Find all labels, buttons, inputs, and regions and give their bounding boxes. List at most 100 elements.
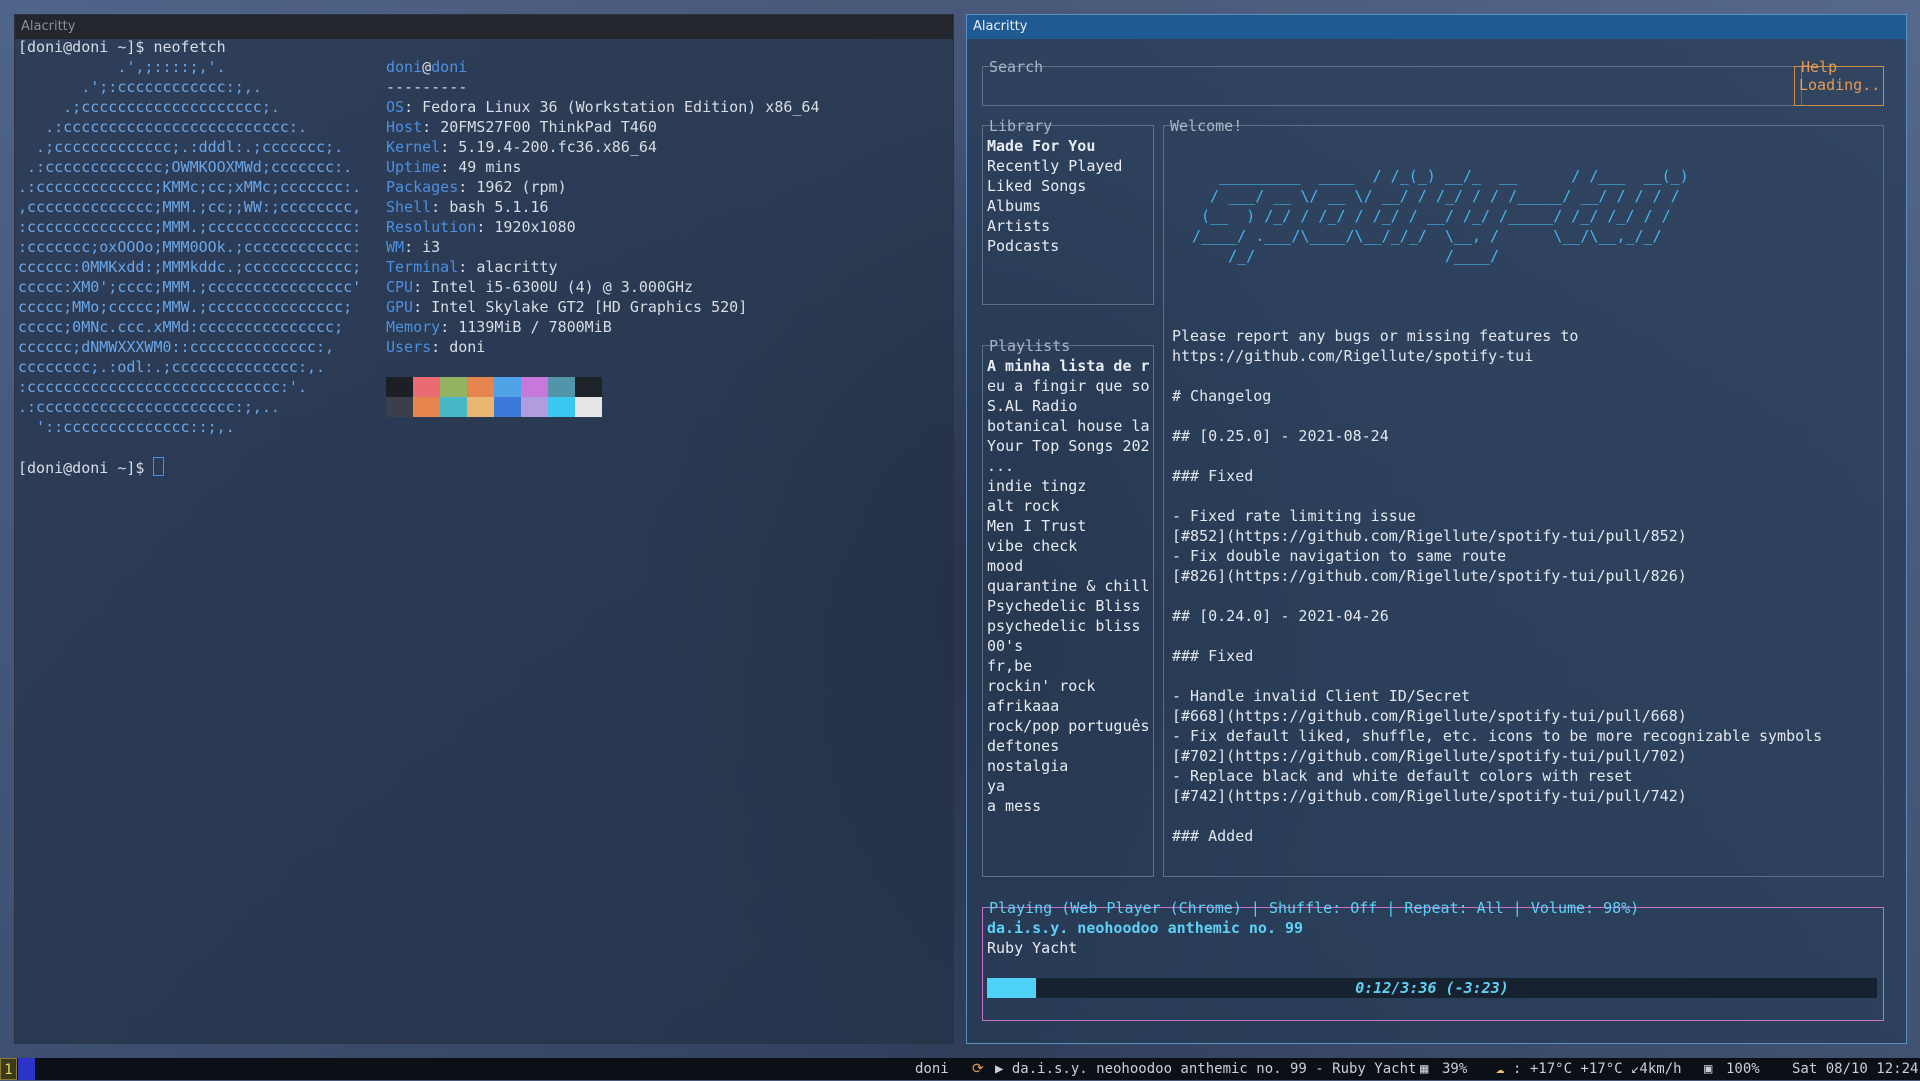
library-item[interactable]: Albums xyxy=(987,196,1041,216)
ascii-line: :ccccccc;oxOOOo;MMM0OOk.;cccccccccccc: xyxy=(18,238,362,256)
terminal-window-neofetch[interactable]: Alacritty [doni@doni ~]$ neofetch .',;::… xyxy=(14,14,954,1044)
playlist-item[interactable]: 00's xyxy=(987,636,1023,656)
playlist-item[interactable]: fr,be xyxy=(987,656,1032,676)
status-media[interactable]: ▶ da.i.s.y. neohoodoo anthemic no. 99 - … xyxy=(995,1058,1416,1080)
info-row: Kernel: 5.19.4-200.fc36.x86_64 xyxy=(386,138,657,156)
playlist-item[interactable]: botanical house la xyxy=(987,416,1150,436)
ascii-line: cccccccc;.:odl:.;cccccccccccccc:,. xyxy=(18,358,326,376)
info-key: Kernel xyxy=(386,138,441,156)
workspace-button[interactable]: 1 xyxy=(0,1058,17,1080)
playlist-item[interactable]: alt rock xyxy=(987,496,1059,516)
changelog-line: https://github.com/Rigellute/spotify-tui xyxy=(1172,347,1534,365)
help-box[interactable]: Help Loading.. xyxy=(1794,58,1884,106)
info-value: alacritty xyxy=(476,258,558,276)
media-icon: ⟳ xyxy=(972,1061,984,1077)
playlist-item[interactable]: ya xyxy=(987,776,1005,796)
info-row: GPU: Intel Skylake GT2 [HD Graphics 520] xyxy=(386,298,748,316)
playlist-item[interactable]: Psychedelic Bliss xyxy=(987,596,1141,616)
color-swatch xyxy=(494,377,521,397)
library-item[interactable]: Artists xyxy=(987,216,1050,236)
color-swatch xyxy=(548,397,575,417)
info-key: Host xyxy=(386,118,423,136)
info-value: 49 mins xyxy=(458,158,522,176)
playlist-item[interactable]: Your Top Songs 202 xyxy=(987,436,1150,456)
playlist-item[interactable]: eu a fingir que so xyxy=(987,376,1150,396)
changelog-text: Please report any bugs or missing featur… xyxy=(1172,326,1822,846)
terminal-window-spotify-tui[interactable]: Alacritty Search Help Loading.. Library … xyxy=(966,14,1907,1044)
info-key: CPU xyxy=(386,278,414,296)
status-brightness: 100% xyxy=(1726,1061,1760,1077)
playlist-item[interactable]: a mess xyxy=(987,796,1041,816)
info-key: WM xyxy=(386,238,405,256)
library-item[interactable]: Podcasts xyxy=(987,236,1059,256)
info-key: OS xyxy=(386,98,405,116)
welcome-panel: Welcome! _________ ____ / /_(_) __/_ __ … xyxy=(1163,117,1884,877)
info-key: Packages xyxy=(386,178,459,196)
ascii-line: ,cccccccccccccc;MMM.;cc;;WW:;cccccccc, xyxy=(18,198,362,216)
spotify-tui-ascii-logo: _________ ____ / /_(_) __/_ __ / /___ __… xyxy=(1192,166,1689,266)
fedora-ascii-logo: .',;::::;,'. .';:cccccccccccc:;,. .;cccc… xyxy=(18,57,361,437)
info-row: Terminal: alacritty xyxy=(386,258,558,276)
library-item[interactable]: Liked Songs xyxy=(987,176,1086,196)
info-row: Uptime: 49 mins xyxy=(386,158,522,176)
info-key: Memory xyxy=(386,318,441,336)
track-artist: Ruby Yacht xyxy=(987,939,1078,957)
status-datetime: Sat 08/10 12:24 xyxy=(1792,1061,1919,1077)
neofetch-userhost: doni@doni xyxy=(386,57,467,77)
info-key: Resolution xyxy=(386,218,477,236)
changelog-line xyxy=(1172,446,1822,466)
playlist-item[interactable]: psychedelic bliss xyxy=(987,616,1141,636)
info-key: Shell xyxy=(386,198,432,216)
playlist-item[interactable]: vibe check xyxy=(987,536,1077,556)
changelog-line: - Fix double navigation to same route xyxy=(1172,547,1507,565)
library-panel: Library Made For You Recently Played Liked… xyxy=(982,117,1154,305)
playlist-item[interactable]: Men I Trust xyxy=(987,516,1086,536)
neofetch-separator: --------- xyxy=(386,78,468,96)
progress-bar[interactable]: 0:12/3:36 (-3:23) xyxy=(987,978,1877,998)
ascii-line: .';:cccccccccccc:;,. xyxy=(18,78,262,96)
ascii-line: '::cccccccccccccc::;,. xyxy=(18,418,235,436)
changelog-line: [#742](https://github.com/Rigellute/spot… xyxy=(1172,787,1687,805)
library-item[interactable]: Recently Played xyxy=(987,156,1122,176)
workspace-indicator xyxy=(18,1058,35,1080)
playlist-item[interactable]: ... xyxy=(987,456,1014,476)
changelog-line: - Fixed rate limiting issue xyxy=(1172,507,1416,525)
info-value: 1962 (rpm) xyxy=(476,178,567,196)
system-info-list: OS: Fedora Linux 36 (Workstation Edition… xyxy=(386,97,819,357)
color-swatch xyxy=(440,377,467,397)
color-swatch xyxy=(521,397,548,417)
playlist-item[interactable]: indie tingz xyxy=(987,476,1086,496)
playlist-item[interactable]: S.AL Radio xyxy=(987,396,1077,416)
info-key: Uptime xyxy=(386,158,441,176)
ascii-line: .:ccccccccccccc;OWMKOOXMWd;ccccccc:. xyxy=(18,158,353,176)
playlist-item[interactable]: rockin' rock xyxy=(987,676,1095,696)
playlist-item[interactable]: deftones xyxy=(987,736,1059,756)
i3-status-bar: 1 doni ⟳ ▶ da.i.s.y. neohoodoo anthemic … xyxy=(0,1058,1920,1080)
help-label: Help xyxy=(1801,58,1838,76)
ascii-line: .:ccccccccccccccccccccccccc:. xyxy=(18,118,307,136)
changelog-line: - Replace black and white default colors… xyxy=(1172,767,1633,785)
ascii-line: cccccc:0MMKxdd:;MMMkddc.;cccccccccccc; xyxy=(18,258,362,276)
ascii-line: .:ccccccccccccc;KMMc;cc;xMMc;ccccccc:. xyxy=(18,178,362,196)
changelog-line: ### Fixed xyxy=(1172,467,1254,485)
playlist-item[interactable]: nostalgia xyxy=(987,756,1068,776)
prompt-line[interactable]: [doni@doni ~]$ xyxy=(18,457,165,478)
playlist-item[interactable]: A minha lista de r xyxy=(987,356,1150,376)
playback-status: Playing (Web Player (Chrome) | Shuffle: … xyxy=(989,899,1640,917)
info-value: i3 xyxy=(422,238,441,256)
playlist-item[interactable]: mood xyxy=(987,556,1023,576)
playlists-panel: Playlists A minha lista de r eu a fingir … xyxy=(982,337,1154,877)
changelog-line: [#668](https://github.com/Rigellute/spot… xyxy=(1172,707,1687,725)
playlist-item[interactable]: quarantine & chill xyxy=(987,576,1150,596)
playlist-item[interactable]: rock/pop português xyxy=(987,716,1150,736)
color-palette-top xyxy=(386,377,602,397)
search-box[interactable]: Search xyxy=(982,58,1802,106)
changelog-line xyxy=(1172,406,1822,426)
changelog-line: - Handle invalid Client ID/Secret xyxy=(1172,687,1471,705)
info-row: WM: i3 xyxy=(386,238,441,256)
ascii-line: ccccc:XM0';cccc;MMM.;cccccccccccccccc' xyxy=(18,278,362,296)
status-user: doni xyxy=(915,1061,949,1077)
playlist-item[interactable]: afrikaaa xyxy=(987,696,1059,716)
library-item[interactable]: Made For You xyxy=(987,136,1095,156)
user-name: doni xyxy=(386,58,423,76)
